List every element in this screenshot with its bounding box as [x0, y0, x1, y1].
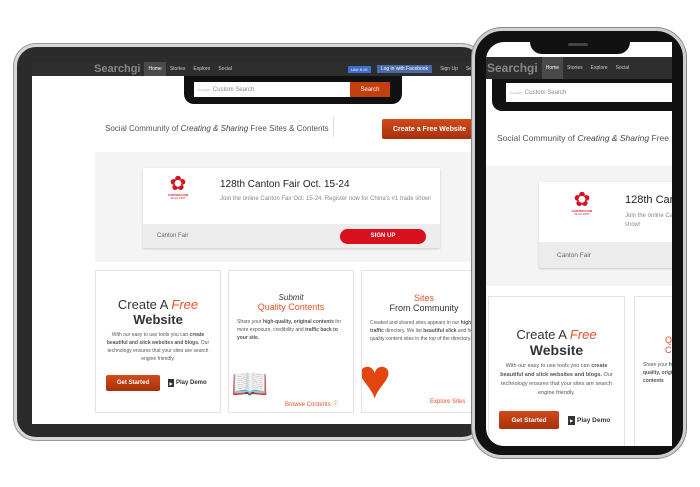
- ad-footer: Canton Fair SIGN UP: [143, 224, 440, 248]
- tagline: Social Community of Creating & Sharing F…: [105, 124, 329, 133]
- search-input[interactable]: Google Custom Search: [194, 82, 350, 97]
- card-title-2: From Community: [389, 303, 459, 313]
- tablet-screen: Searchgi Home Stories Explore Social Lik…: [32, 62, 476, 424]
- card-text: Share your high-quality, original conten…: [643, 362, 672, 384]
- divider: [333, 117, 334, 137]
- nav-social[interactable]: Social: [214, 62, 236, 76]
- nav-home[interactable]: Home: [144, 62, 166, 76]
- sites-community-card: Sites From Community Created and shared …: [361, 270, 476, 413]
- explore-sites-link[interactable]: Explore Sites: [430, 399, 465, 405]
- canton-fair-logo: ✿ CANTON FAIR Since 1957: [167, 173, 189, 200]
- nav-stories[interactable]: Stories: [563, 57, 587, 79]
- card-text: Created and shared sites appears in our …: [370, 320, 476, 342]
- submit-contents-card: Quality Contents Share your high-quality…: [634, 296, 672, 446]
- card-title-2: Quality Contents: [257, 302, 325, 312]
- submit-contents-card: Submit Quality Contents Share your high-…: [228, 270, 354, 413]
- create-free-website-button[interactable]: Create a Free Website: [382, 119, 476, 139]
- nav-stories[interactable]: Stories: [166, 62, 190, 76]
- phone-speaker: [568, 43, 588, 46]
- heart-address-book-icon: ♥: [361, 347, 392, 410]
- logo[interactable]: Searchgi: [487, 61, 538, 75]
- nav-home[interactable]: Home: [541, 57, 564, 79]
- ad-card[interactable]: ✿CANTON FAIRSince 1957 128th Canton Fair…: [539, 182, 672, 268]
- create-website-card: Create A Free Website With our easy to u…: [488, 296, 625, 446]
- card-title: Create A Free: [117, 297, 199, 312]
- like-button[interactable]: Like 8.1K: [348, 65, 371, 73]
- top-nav: Searchgi Home Stories Explore Social: [486, 57, 672, 79]
- ad-card[interactable]: ✿CANTON FAIRSince 1957 128th Canton Fair…: [143, 168, 440, 248]
- card-title: Submit: [278, 293, 304, 302]
- card-text: Share your high-quality, original conten…: [237, 319, 342, 341]
- nav-explore[interactable]: Explore: [189, 62, 214, 76]
- search-bar: Google Custom Search Search: [184, 76, 402, 104]
- ad-text: Join the online Canton Fair Oct. 15-24. …: [625, 213, 672, 228]
- logo[interactable]: Searchgi: [94, 63, 140, 75]
- get-started-button[interactable]: Get Started: [499, 411, 559, 429]
- play-icon: ▶: [568, 416, 575, 425]
- ad-title[interactable]: 128th Canton Fair Oct. 15-24: [625, 194, 672, 206]
- facebook-login-button[interactable]: Log in with Facebook: [376, 65, 433, 73]
- nav-social[interactable]: Social: [612, 57, 634, 79]
- phone-screen: Searchgi Home Stories Explore Social Goo…: [486, 42, 672, 446]
- top-nav: Searchgi Home Stories Explore Social Lik…: [32, 62, 476, 76]
- sign-up-button[interactable]: SIGN UP: [340, 228, 426, 244]
- card-text: With our easy to use tools you can creat…: [106, 332, 210, 362]
- nav-explore[interactable]: Explore: [587, 57, 612, 79]
- card-text: With our easy to use tools you can creat…: [500, 363, 613, 396]
- get-started-button[interactable]: Get Started: [106, 375, 160, 391]
- sign-up-link[interactable]: Sign Up: [436, 62, 462, 76]
- card-title: Sites: [413, 293, 434, 303]
- advertiser-name: Canton Fair: [157, 233, 189, 239]
- search-bar: Google Custom Search: [492, 79, 672, 111]
- search-input[interactable]: Google Custom Search: [506, 83, 672, 102]
- book-coffee-icon: 📖: [231, 368, 269, 401]
- canton-fair-logo: ✿ CANTON FAIR Since 1957: [571, 189, 593, 216]
- advertiser-name: Canton Fair: [557, 251, 591, 259]
- create-website-card: Create A Free Website With our easy to u…: [95, 270, 221, 413]
- card-title-2: Website: [529, 342, 584, 358]
- browse-contents-link[interactable]: Browse Contents ⓘ: [285, 399, 338, 408]
- ad-title[interactable]: 128th Canton Fair Oct. 15-24: [220, 179, 350, 190]
- play-demo-button[interactable]: ▶ Play Demo: [568, 416, 610, 425]
- ad-footer: Canton Fair: [539, 242, 672, 268]
- card-title-2: Quality Contents: [665, 335, 672, 355]
- play-icon: ▶: [168, 379, 174, 387]
- card-title-2: Website: [133, 312, 183, 327]
- tagline: Social Community of Creating & Sharing F…: [497, 133, 672, 143]
- play-demo-button[interactable]: ▶ Play Demo: [168, 379, 207, 387]
- ad-text: Join the online Canton Fair Oct. 15-24. …: [220, 196, 431, 202]
- search-button[interactable]: Search: [350, 82, 390, 97]
